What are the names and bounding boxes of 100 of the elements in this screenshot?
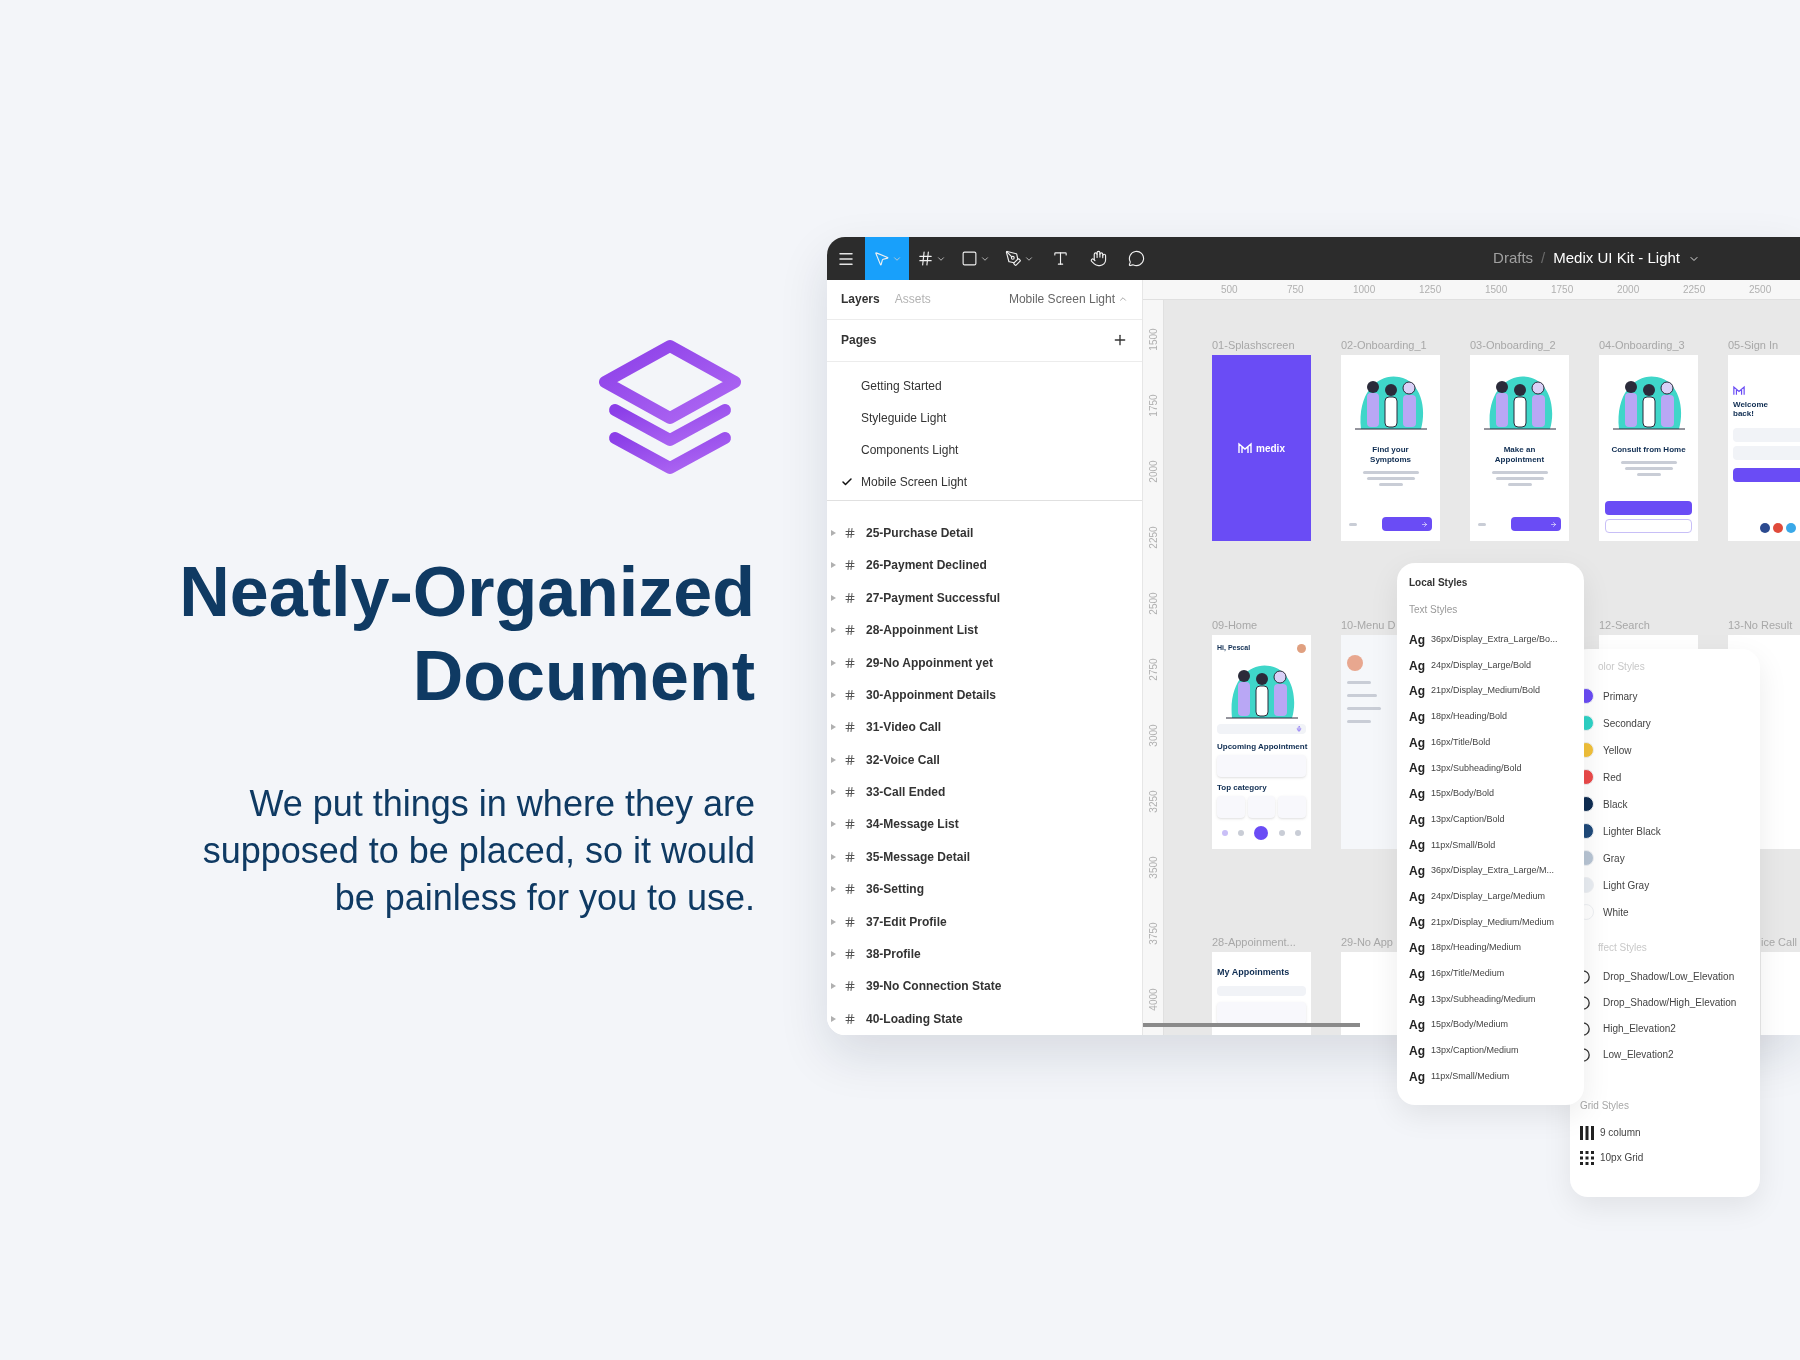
caret-icon[interactable] [831,627,836,634]
nav-icon [1278,829,1285,836]
nav-icon [1294,829,1301,836]
text-style-name[interactable]: 11px/Small/Medium [1431,1069,1510,1084]
page-item[interactable]: Styleguide Light [827,401,1142,434]
layer-item[interactable]: 27-Payment Successful [827,581,1142,614]
text-style-name[interactable]: 13px/Subheading/Medium [1431,992,1536,1007]
scrollbar[interactable] [1143,1023,1360,1027]
color-style-name[interactable]: Lighter Black [1603,823,1661,839]
layer-item[interactable]: 35-Message Detail [827,840,1142,874]
type-sample: Ag [1409,734,1425,752]
text-style-name[interactable]: 24px/Display_Large/Medium [1431,889,1546,904]
layer-item[interactable]: 37-Edit Profile [827,905,1142,938]
frame-icon [844,818,856,831]
color-style-name[interactable]: Yellow [1603,742,1632,758]
text-style-name[interactable]: 13px/Caption/Bold [1431,812,1505,827]
text-line [1495,477,1544,480]
layer-item[interactable]: 40-Loading State [827,1002,1142,1035]
caret-icon[interactable] [831,724,836,731]
text-style-name[interactable]: 36px/Display_Extra_Large/Bo... [1431,633,1558,647]
layer-item[interactable]: 28-Appoinment List [827,613,1142,647]
description-text: supposed to be placed, so it would [202,829,755,873]
text-style-name[interactable]: 13px/Subheading/Bold [1431,761,1522,776]
page-selector[interactable]: Mobile Screen Light [1008,290,1115,309]
effect-style-name[interactable]: High_Elevation2 [1603,1021,1676,1036]
layer-item[interactable]: 34-Message List [827,808,1142,841]
frame-title: 28-Appoinment... [1212,935,1296,950]
layer-name: 31-Video Call [866,719,942,737]
text-style-name[interactable]: 15px/Body/Bold [1431,787,1495,801]
text-style-name[interactable]: 15px/Body/Medium [1431,1018,1509,1032]
breadcrumb-parent[interactable]: Drafts [1493,247,1534,270]
grid-style-name[interactable]: 10px Grid [1600,1150,1644,1165]
ruler-label: 2250 [1146,526,1160,549]
layer-item[interactable]: 26-Payment Declined [827,549,1142,582]
layer-item[interactable]: 30-Appoinment Details [827,678,1142,712]
text-style-name[interactable]: 11px/Small/Bold [1431,838,1496,853]
layer-item[interactable]: 38-Profile [827,937,1142,971]
text-style-name[interactable]: 24px/Display_Large/Bold [1431,658,1532,673]
caret-icon[interactable] [831,562,836,569]
effect-style-name[interactable]: Low_Elevation2 [1603,1047,1674,1062]
text-style-name[interactable]: 13px/Caption/Medium [1431,1044,1519,1058]
frame-title: 12-Search [1599,618,1650,633]
layer-item[interactable]: 39-No Connection State [827,970,1142,1003]
color-style-name[interactable]: Primary [1603,688,1638,704]
layer-item[interactable]: 31-Video Call [827,711,1142,744]
caret-icon[interactable] [831,756,836,763]
caret-icon[interactable] [831,789,836,796]
layer-name: 38-Profile [866,946,921,963]
type-sample: Ag [1409,1068,1425,1086]
caret-icon[interactable] [831,951,836,957]
text-style-name[interactable]: 16px/Title/Bold [1431,735,1491,750]
layer-item[interactable]: 29-No Appoinment yet [827,646,1142,679]
page-item[interactable]: Mobile Screen Light [827,465,1142,498]
caret-icon[interactable] [831,594,836,601]
breadcrumb-separator: / [1541,248,1546,269]
layer-item[interactable]: 25-Purchase Detail [827,516,1142,550]
color-style-name[interactable]: Black [1603,796,1628,812]
caret-icon[interactable] [831,691,836,698]
text-style-name[interactable]: 36px/Display_Extra_Large/M... [1431,864,1555,878]
text-style-name[interactable]: 18px/Heading/Bold [1431,710,1508,724]
ruler-label: 1750 [1551,283,1575,297]
caret-icon[interactable] [831,1015,836,1022]
caret-icon[interactable] [831,659,836,666]
layer-name: 39-No Connection State [866,978,1002,996]
file-name[interactable]: Medix UI Kit - Light [1553,247,1680,270]
frame-title: ice Call [1761,935,1798,950]
frame-icon [844,980,856,993]
effect-style-name[interactable]: Drop_Shadow/Low_Elevation [1603,969,1735,984]
page-item[interactable]: Getting Started [827,369,1142,402]
text-style-name[interactable]: 18px/Heading/Medium [1431,941,1522,955]
layer-item[interactable]: 36-Setting [827,873,1142,906]
effect-style-name[interactable]: Drop_Shadow/High_Elevation [1603,995,1737,1010]
grid-style-name[interactable]: 9 column [1600,1125,1641,1140]
ruler-label: 3000 [1146,724,1160,747]
screen-heading: Welcome back! [1733,400,1769,418]
page-item[interactable]: Components Light [827,433,1142,466]
caret-icon[interactable] [831,853,836,860]
color-style-name[interactable]: White [1603,904,1629,920]
layer-item[interactable]: 32-Voice Call [827,743,1142,776]
panel-tab[interactable]: Layers [841,290,880,309]
ruler-label: 2500 [1749,283,1773,297]
caret-icon[interactable] [831,983,836,990]
text-style-name[interactable]: 16px/Title/Medium [1431,967,1505,981]
layer-item[interactable]: 33-Call Ended [827,775,1142,809]
frame-title: 02-Onboarding_1 [1341,338,1427,353]
color-style-name[interactable]: Secondary [1603,715,1651,731]
text-line [1347,681,1371,684]
caret-icon[interactable] [831,918,836,925]
mic-icon [1296,725,1302,732]
text-style-name[interactable]: 21px/Display_Medium/Bold [1431,684,1541,698]
frame-icon [844,883,856,896]
frame-icon [844,526,856,539]
text-style-name[interactable]: 21px/Display_Medium/Medium [1431,915,1555,930]
caret-icon[interactable] [831,821,836,828]
caret-icon[interactable] [831,529,836,536]
frame-icon [844,559,856,572]
color-style-name[interactable]: Gray [1603,850,1625,866]
color-style-name[interactable]: Red [1603,769,1622,785]
caret-icon[interactable] [831,886,836,893]
color-style-name[interactable]: Light Gray [1603,877,1650,893]
